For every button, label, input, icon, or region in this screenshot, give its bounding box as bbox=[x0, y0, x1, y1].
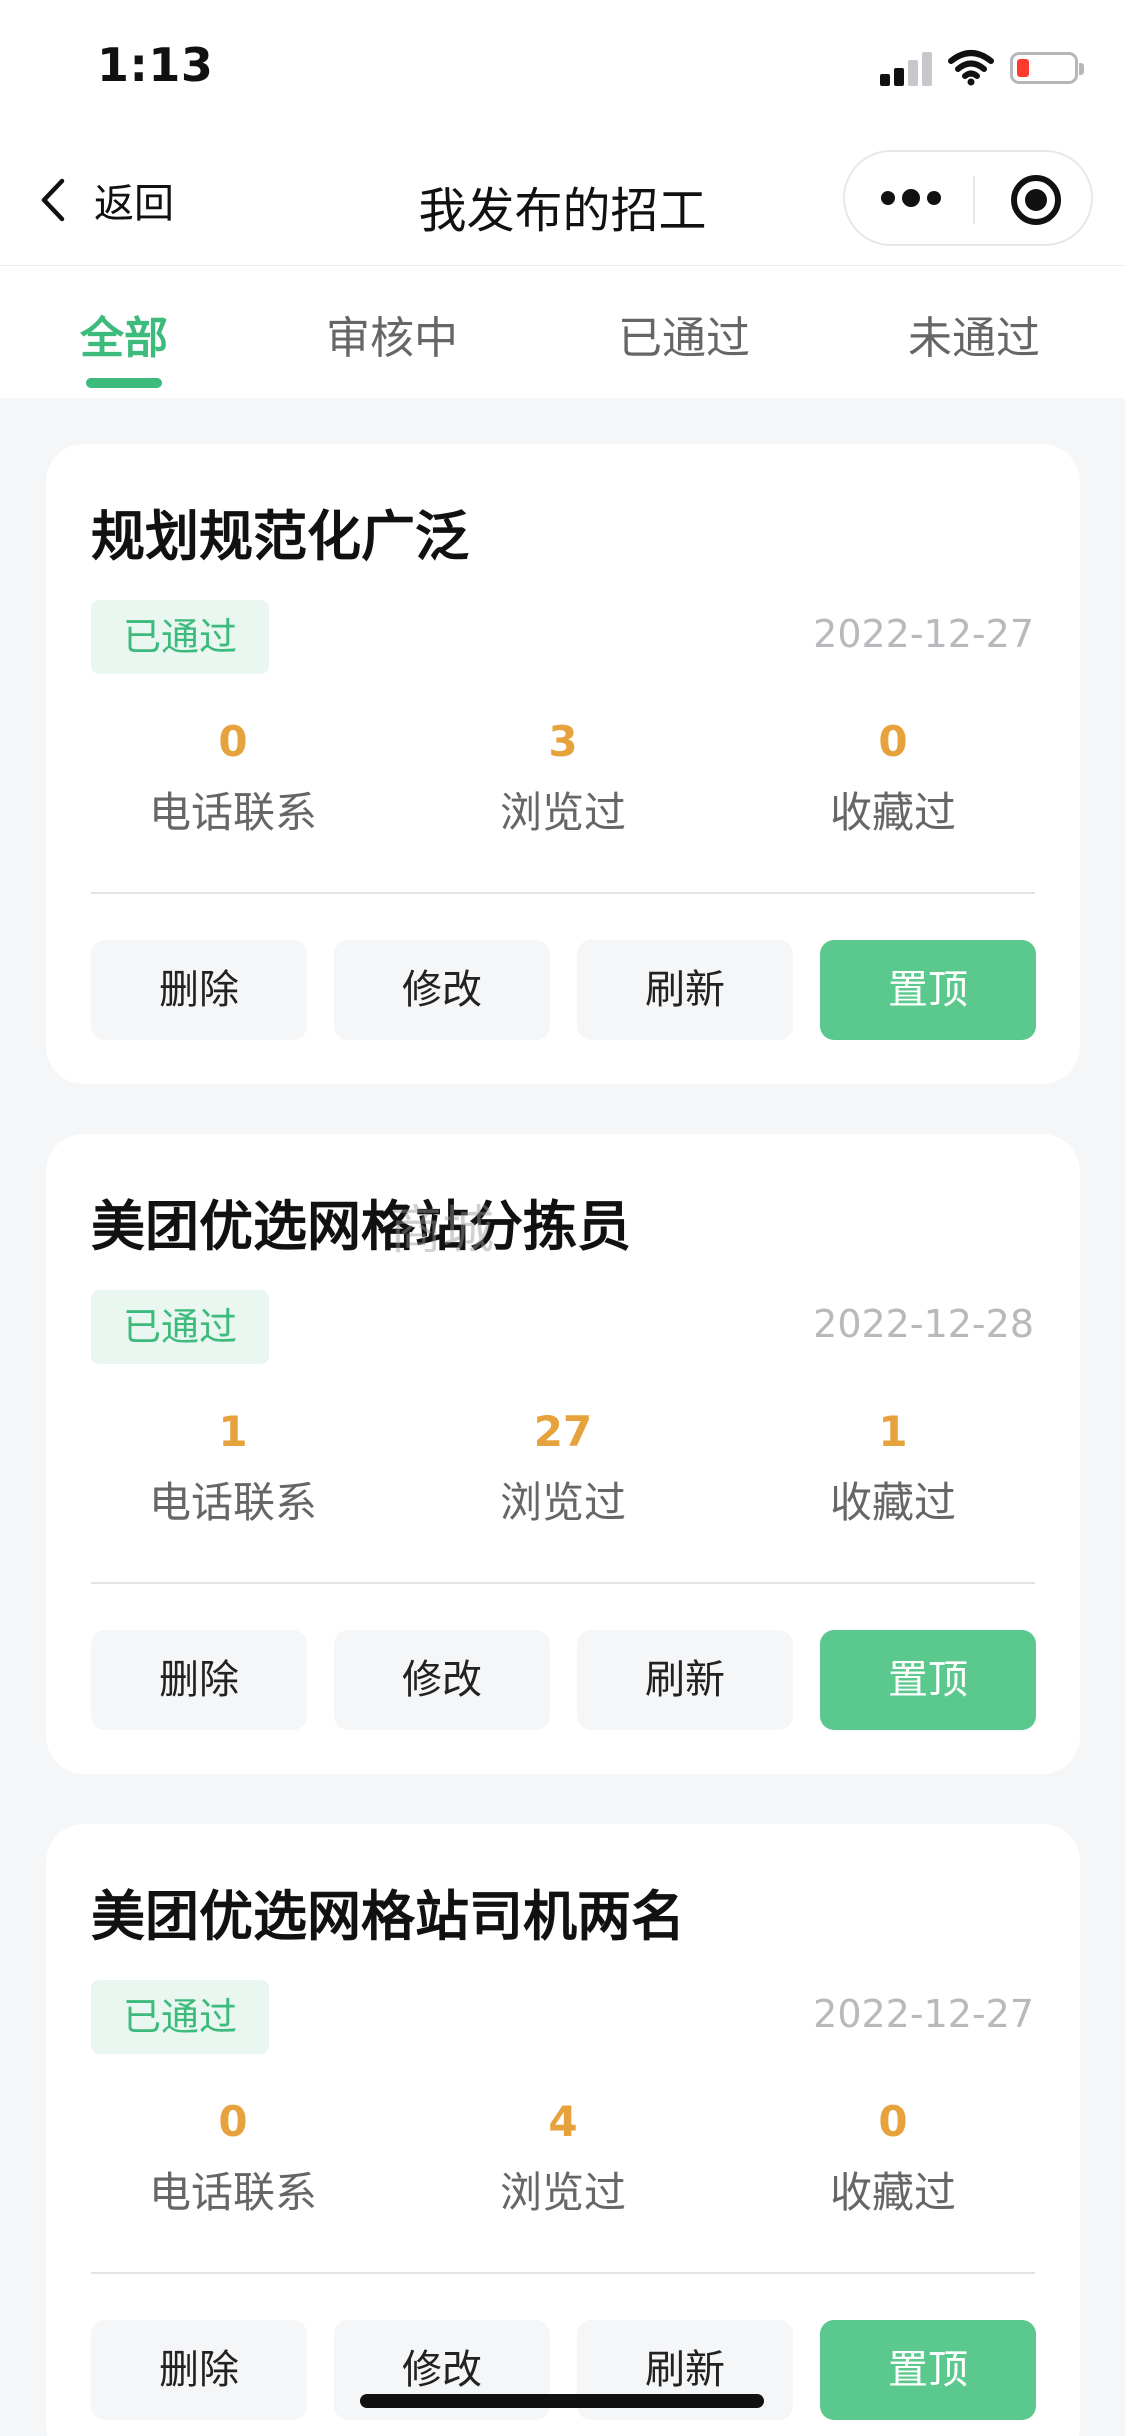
job-card: 规划规范化广泛 已通过 2022-12-27 0 电话联系 3 浏览过 0 收藏… bbox=[46, 444, 1080, 1084]
stat-label: 电话联系 bbox=[148, 1478, 317, 1527]
navbar: 返回 我发布的招工 bbox=[0, 134, 1125, 266]
delete-button[interactable]: 删除 bbox=[91, 2320, 307, 2420]
stat-views: 3 浏览过 bbox=[433, 716, 693, 840]
stat-favorites: 0 收藏过 bbox=[763, 2096, 1023, 2220]
job-card: 美团优选网格站司机两名 已通过 2022-12-27 0 电话联系 4 浏览过 … bbox=[46, 1824, 1080, 2436]
stat-value: 1 bbox=[218, 1407, 248, 1456]
job-title: 规划规范化广泛 bbox=[91, 505, 469, 568]
tab-all[interactable]: 全部 bbox=[34, 302, 214, 366]
home-indicator[interactable] bbox=[360, 2394, 764, 2408]
stat-views: 27 浏览过 bbox=[433, 1406, 693, 1530]
stat-value: 0 bbox=[218, 717, 248, 766]
job-title: 美团优选网格站分拣员 bbox=[91, 1195, 631, 1258]
stat-value: 0 bbox=[878, 717, 908, 766]
publish-date: 2022-12-27 bbox=[813, 1992, 1034, 2036]
tab-approved[interactable]: 已通过 bbox=[594, 302, 774, 366]
status-badge: 已通过 bbox=[91, 1980, 269, 2054]
battery-icon bbox=[1010, 52, 1084, 84]
signal-icon bbox=[880, 48, 932, 86]
target-circle-icon[interactable] bbox=[1011, 175, 1061, 225]
wifi-icon bbox=[948, 50, 994, 86]
stat-value: 3 bbox=[548, 717, 578, 766]
card-divider bbox=[91, 1582, 1035, 1584]
mini-program-capsule bbox=[843, 150, 1093, 246]
page: 1:13 返回 我发布的招工 全部 审核中 已通过 未通过 规划规范化广泛 已通… bbox=[0, 0, 1125, 2436]
status-bar: 1:13 bbox=[0, 0, 1125, 134]
stat-value: 0 bbox=[218, 2097, 248, 2146]
capsule-divider bbox=[973, 176, 975, 224]
refresh-button[interactable]: 刷新 bbox=[577, 1630, 793, 1730]
tab-rejected[interactable]: 未通过 bbox=[884, 302, 1064, 366]
publish-date: 2022-12-27 bbox=[813, 612, 1034, 656]
stat-favorites: 0 收藏过 bbox=[763, 716, 1023, 840]
stat-label: 浏览过 bbox=[499, 1478, 626, 1527]
stat-label: 收藏过 bbox=[829, 2168, 956, 2217]
delete-button[interactable]: 删除 bbox=[91, 940, 307, 1040]
stat-views: 4 浏览过 bbox=[433, 2096, 693, 2220]
edit-button[interactable]: 修改 bbox=[334, 1630, 550, 1730]
status-time: 1:13 bbox=[97, 38, 214, 92]
edit-button[interactable]: 修改 bbox=[334, 940, 550, 1040]
stat-label: 电话联系 bbox=[148, 2168, 317, 2217]
publish-date: 2022-12-28 bbox=[813, 1302, 1034, 1346]
battery-level bbox=[1017, 59, 1029, 77]
stat-value: 27 bbox=[533, 1407, 593, 1456]
card-divider bbox=[91, 892, 1035, 894]
job-card: 美团优选网格站分拣员 已通过 2022-12-28 1 电话联系 27 浏览过 … bbox=[46, 1134, 1080, 1774]
stat-label: 收藏过 bbox=[829, 788, 956, 837]
stat-label: 电话联系 bbox=[148, 788, 317, 837]
pin-top-button[interactable]: 置顶 bbox=[820, 1630, 1036, 1730]
card-divider bbox=[91, 2272, 1035, 2274]
stat-label: 浏览过 bbox=[499, 2168, 626, 2217]
refresh-button[interactable]: 刷新 bbox=[577, 940, 793, 1040]
stat-value: 0 bbox=[878, 2097, 908, 2146]
status-badge: 已通过 bbox=[91, 1290, 269, 1364]
stat-phone-contact: 0 电话联系 bbox=[103, 716, 363, 840]
stat-label: 浏览过 bbox=[499, 788, 626, 837]
stat-favorites: 1 收藏过 bbox=[763, 1406, 1023, 1530]
status-tabs: 全部 审核中 已通过 未通过 bbox=[0, 266, 1125, 398]
pin-top-button[interactable]: 置顶 bbox=[820, 2320, 1036, 2420]
status-badge: 已通过 bbox=[91, 600, 269, 674]
stat-value: 1 bbox=[878, 1407, 908, 1456]
stat-phone-contact: 1 电话联系 bbox=[103, 1406, 363, 1530]
stat-value: 4 bbox=[548, 2097, 578, 2146]
stat-phone-contact: 0 电话联系 bbox=[103, 2096, 363, 2220]
active-tab-indicator bbox=[86, 378, 162, 388]
more-dots-icon[interactable] bbox=[881, 189, 941, 209]
delete-button[interactable]: 删除 bbox=[91, 1630, 307, 1730]
stat-label: 收藏过 bbox=[829, 1478, 956, 1527]
pin-top-button[interactable]: 置顶 bbox=[820, 940, 1036, 1040]
tab-reviewing[interactable]: 审核中 bbox=[302, 302, 482, 366]
job-title: 美团优选网格站司机两名 bbox=[91, 1885, 685, 1948]
